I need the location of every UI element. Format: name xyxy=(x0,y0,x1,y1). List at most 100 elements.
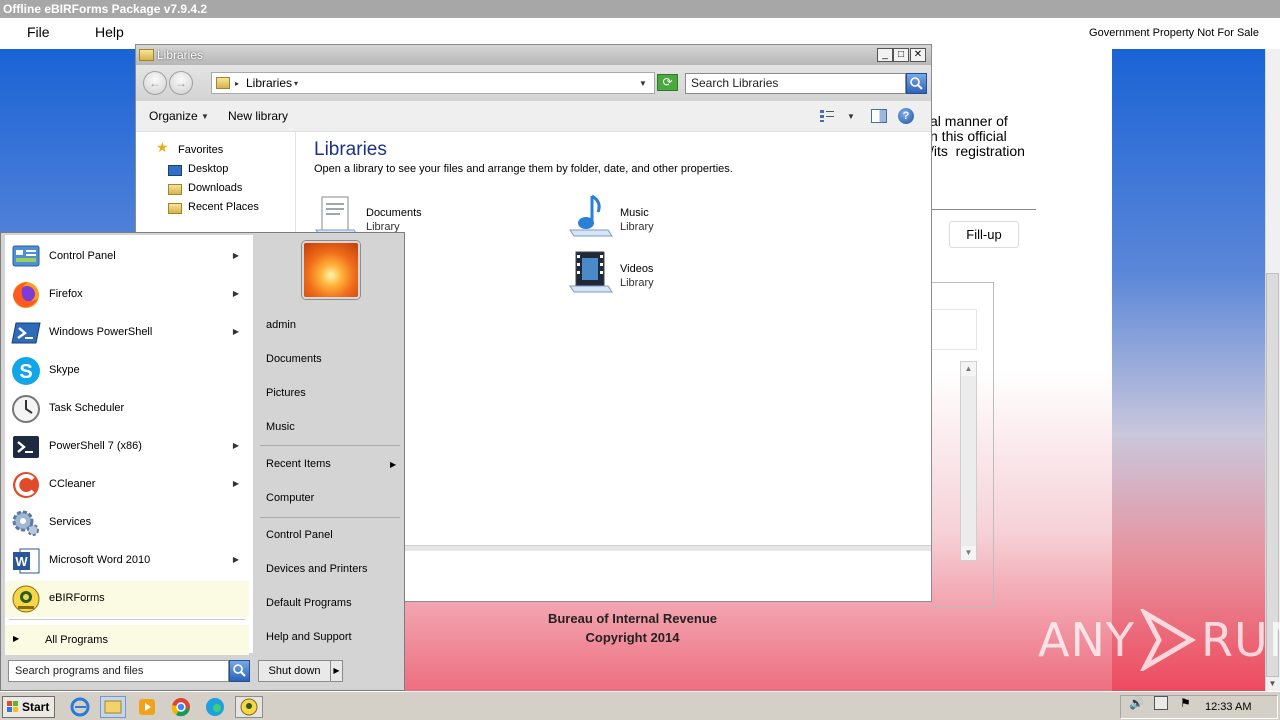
program-powershell-7[interactable]: PowerShell 7 (x86) ▶ xyxy=(5,429,249,465)
preview-pane-icon[interactable] xyxy=(871,109,887,123)
explorer-taskbar-button[interactable] xyxy=(100,696,126,718)
shut-down-options-arrow-icon[interactable]: ▶ xyxy=(330,660,343,682)
scroll-down-arrow-icon[interactable]: ▼ xyxy=(961,546,976,560)
word-icon: W xyxy=(13,548,40,574)
powershell-icon xyxy=(11,322,41,344)
address-field[interactable]: ▸ Libraries ▾ ▼ xyxy=(211,72,655,94)
start-documents[interactable]: Documents xyxy=(266,353,322,365)
start-computer[interactable]: Computer xyxy=(266,492,314,504)
menu-file[interactable]: File xyxy=(27,24,50,40)
program-task-scheduler[interactable]: Task Scheduler xyxy=(5,391,249,427)
menu-help[interactable]: Help xyxy=(95,24,124,40)
minimize-button[interactable]: _ xyxy=(877,48,893,62)
edge-icon[interactable] xyxy=(204,696,226,718)
submenu-arrow-icon: ▶ xyxy=(232,251,239,260)
address-breadcrumb[interactable]: Libraries xyxy=(246,76,292,90)
scroll-up-arrow-icon[interactable]: ▲ xyxy=(961,362,976,376)
back-button[interactable]: ← xyxy=(143,71,167,95)
taskbar: Start 🔊 ⚑ 12:33 AM xyxy=(0,691,1280,720)
music-library-icon xyxy=(569,194,613,237)
start-menu: Control Panel ▶ Firefox ▶ Windows PowerS… xyxy=(0,232,405,691)
chevron-down-icon[interactable]: ▼ xyxy=(847,112,855,121)
start-devices-and-printers[interactable]: Devices and Printers xyxy=(266,563,368,575)
shut-down-button[interactable]: Shut down xyxy=(258,660,331,682)
divider xyxy=(930,209,1036,210)
chrome-icon[interactable] xyxy=(170,696,192,718)
volume-icon[interactable]: 🔊 xyxy=(1129,696,1144,710)
forward-button[interactable]: → xyxy=(169,71,193,95)
start-control-panel[interactable]: Control Panel xyxy=(266,529,333,541)
start-default-programs[interactable]: Default Programs xyxy=(266,597,352,609)
user-picture-flower[interactable] xyxy=(302,241,360,299)
recent-places-icon xyxy=(168,203,182,214)
start-recent-items[interactable]: Recent Items xyxy=(266,458,331,470)
search-icon[interactable] xyxy=(229,660,250,682)
program-label: Control Panel xyxy=(49,250,116,262)
start-user-admin[interactable]: admin xyxy=(266,319,296,331)
program-microsoft-word-2010[interactable]: W Microsoft Word 2010 ▶ xyxy=(5,543,249,579)
form-list-selection[interactable] xyxy=(930,309,977,350)
search-icon[interactable] xyxy=(906,73,927,94)
program-skype[interactable]: S Skype xyxy=(5,353,249,389)
play-triangle-icon xyxy=(1140,609,1196,671)
media-player-icon[interactable] xyxy=(136,696,158,718)
search-libraries-input[interactable]: Search Libraries xyxy=(685,73,906,94)
chevron-right-icon[interactable]: ▸ xyxy=(235,79,239,88)
ebirforms-icon xyxy=(240,698,258,716)
content-heading: Libraries xyxy=(314,139,387,160)
nav-desktop[interactable]: Desktop xyxy=(188,163,228,175)
clock[interactable]: 12:33 AM xyxy=(1205,701,1251,713)
app-title: Offline eBIRForms Package v7.9.4.2 xyxy=(3,2,208,16)
nav-favorites[interactable]: Favorites xyxy=(178,144,223,156)
submenu-arrow-icon: ▶ xyxy=(232,479,239,488)
fill-up-button[interactable]: Fill-up xyxy=(949,221,1019,248)
all-programs-button[interactable]: ▶ All Programs xyxy=(5,625,249,655)
network-icon[interactable] xyxy=(1154,696,1168,710)
start-help-and-support[interactable]: Help and Support xyxy=(266,631,352,643)
svg-text:S: S xyxy=(19,361,32,383)
videos-library[interactable]: Videos Library xyxy=(568,250,748,300)
start-button[interactable]: Start xyxy=(2,696,55,718)
music-library-name: Music xyxy=(620,207,649,219)
program-firefox[interactable]: Firefox ▶ xyxy=(5,277,249,313)
navigation-pane: ★ Favorites Desktop Downloads Recent Pla… xyxy=(136,132,296,236)
form-list-scrollbar[interactable] xyxy=(960,361,977,561)
help-icon[interactable]: ? xyxy=(898,108,914,124)
command-bar: Organize ▼ New library ▼ ? xyxy=(136,101,931,132)
svg-text:W: W xyxy=(15,554,28,569)
start-music[interactable]: Music xyxy=(266,421,295,433)
address-history-dropdown-icon[interactable]: ▼ xyxy=(639,79,647,88)
maximize-button[interactable]: □ xyxy=(893,48,909,62)
program-label: PowerShell 7 (x86) xyxy=(49,440,142,452)
program-label: Windows PowerShell xyxy=(49,326,153,338)
change-view-icon[interactable] xyxy=(819,109,835,123)
chevron-down-icon[interactable]: ▼ xyxy=(201,112,209,121)
firefox-icon xyxy=(13,282,39,308)
libraries-folder-icon xyxy=(139,49,154,61)
nav-downloads[interactable]: Downloads xyxy=(188,182,242,194)
program-windows-powershell[interactable]: Windows PowerShell ▶ xyxy=(5,315,249,351)
documents-library-name: Documents xyxy=(366,207,422,219)
search-programs-input[interactable]: Search programs and files xyxy=(8,660,229,682)
ebirforms-taskbar-button[interactable] xyxy=(235,696,263,718)
program-control-panel[interactable]: Control Panel ▶ xyxy=(5,239,249,275)
new-library-button[interactable]: New library xyxy=(228,109,288,123)
program-ebirforms[interactable]: eBIRForms xyxy=(5,581,249,617)
organize-menu[interactable]: Organize xyxy=(149,109,198,123)
videos-library-type: Library xyxy=(620,277,654,289)
music-library[interactable]: Music Library xyxy=(568,194,748,244)
program-label: eBIRForms xyxy=(49,592,105,604)
window-title-bar[interactable]: Libraries _ □ ✕ xyxy=(136,45,931,65)
program-services[interactable]: Services xyxy=(5,505,249,541)
internet-explorer-icon[interactable] xyxy=(69,696,91,718)
program-ccleaner[interactable]: CCleaner ▶ xyxy=(5,467,249,503)
chevron-down-icon[interactable]: ▾ xyxy=(294,79,298,88)
refresh-button[interactable]: ⟳ xyxy=(657,74,678,91)
libraries-folder-icon xyxy=(216,77,230,89)
action-center-flag-icon[interactable]: ⚑ xyxy=(1180,696,1194,710)
start-pictures[interactable]: Pictures xyxy=(266,387,306,399)
nav-recent-places[interactable]: Recent Places xyxy=(188,201,259,213)
ebirforms-icon xyxy=(12,585,40,613)
close-button[interactable]: ✕ xyxy=(910,48,926,62)
scroll-down-arrow-icon[interactable]: ▼ xyxy=(1266,678,1279,690)
